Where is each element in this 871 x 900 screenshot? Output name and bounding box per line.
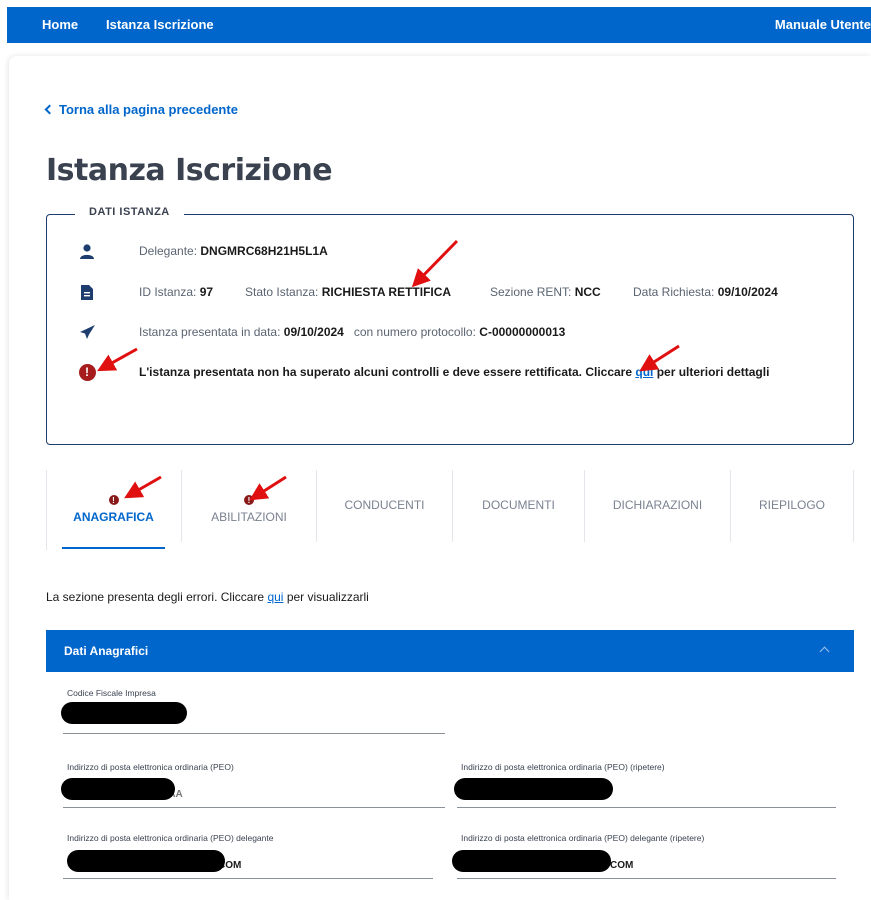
sezione-rent-value: NCC bbox=[574, 285, 601, 299]
back-link[interactable]: Torna alla pagina precedente bbox=[44, 102, 238, 117]
tab-dichiarazioni-label: DICHIARAZIONI bbox=[612, 498, 703, 512]
tab-riepilogo-label: RIEPILOGO bbox=[758, 498, 826, 512]
warning-text: L'istanza presentata non ha superato alc… bbox=[139, 365, 633, 379]
nav-manuale-utente-link[interactable]: Manuale Utente bbox=[775, 17, 871, 32]
tab-anagrafica[interactable]: ! ANAGRAFICA bbox=[46, 470, 182, 542]
delegante-value: DNGMRC68H21H5L1A bbox=[200, 244, 328, 258]
exclamation-circle-icon: ! bbox=[77, 363, 97, 381]
data-richiesta-value: 09/10/2024 bbox=[717, 285, 778, 299]
document-icon bbox=[77, 284, 97, 300]
tab-conducenti[interactable]: CONDUCENTI bbox=[317, 470, 453, 542]
codice-fiscale-field[interactable]: Codice Fiscale Impresa bbox=[61, 688, 445, 734]
data-richiesta-label: Data Richiesta: bbox=[633, 285, 715, 299]
protocollo-label: con numero protocollo: bbox=[353, 325, 476, 339]
redacted-value bbox=[454, 778, 613, 800]
back-link-label: Torna alla pagina precedente bbox=[59, 102, 238, 117]
active-tab-indicator bbox=[62, 547, 165, 549]
tab-anagrafica-label: ANAGRAFICA bbox=[73, 510, 154, 524]
nav-home-link[interactable]: Home bbox=[42, 17, 78, 32]
sezione-rent-label: Sezione RENT: bbox=[490, 285, 572, 299]
id-istanza-label: ID Istanza: bbox=[139, 285, 197, 299]
redacted-value bbox=[67, 850, 225, 872]
section-error-message: La sezione presenta degli errori. Clicca… bbox=[46, 590, 369, 604]
accordion-title: Dati Anagrafici bbox=[64, 644, 149, 658]
user-icon bbox=[77, 243, 97, 259]
section-message-after: per visualizzarli bbox=[286, 590, 369, 604]
peo-field[interactable]: Indirizzo di posta elettronica ordinaria… bbox=[61, 762, 445, 808]
top-nav-bar: Home Istanza Iscrizione Manuale Utente bbox=[7, 7, 871, 43]
id-istanza-value: 97 bbox=[199, 285, 214, 299]
section-tabs: ! ANAGRAFICA ! ABILITAZIONI CONDUCENTI D… bbox=[46, 462, 854, 550]
chevron-up-icon[interactable] bbox=[819, 646, 830, 657]
warning-message: L'istanza presentata non ha superato alc… bbox=[139, 365, 769, 379]
page-title: Istanza Iscrizione bbox=[46, 153, 333, 188]
protocollo-text: Istanza presentata in data: 09/10/2024 c… bbox=[139, 325, 565, 339]
paper-plane-icon bbox=[77, 325, 97, 339]
protocollo-value: C-00000000013 bbox=[479, 325, 566, 339]
stato-istanza: Stato Istanza: RICHIESTA RETTIFICA bbox=[245, 285, 451, 299]
tab-error-icon: ! bbox=[244, 495, 254, 505]
peo-delegante-label: Indirizzo di posta elettronica ordinaria… bbox=[67, 833, 274, 843]
tab-riepilogo[interactable]: RIEPILOGO bbox=[731, 470, 854, 542]
peo-label: Indirizzo di posta elettronica ordinaria… bbox=[67, 762, 234, 772]
dati-istanza-legend: DATI ISTANZA bbox=[75, 206, 184, 218]
redacted-value bbox=[452, 850, 611, 872]
stato-istanza-label: Stato Istanza: bbox=[245, 285, 319, 299]
tab-dichiarazioni[interactable]: DICHIARAZIONI bbox=[585, 470, 731, 542]
dati-istanza-panel: DATI ISTANZA Delegante: DNGMRC68H21H5L1A… bbox=[46, 206, 854, 445]
section-message-text: La sezione presenta degli errori. Clicca… bbox=[46, 590, 265, 604]
redacted-value bbox=[61, 702, 187, 724]
presentata-value: 09/10/2024 bbox=[283, 325, 344, 339]
peo-repeat-field[interactable]: Indirizzo di posta elettronica ordinaria… bbox=[454, 762, 836, 808]
delegante-label: Delegante: bbox=[139, 244, 198, 258]
warning-after-text: per ulteriori dettagli bbox=[656, 365, 770, 379]
tab-error-icon: ! bbox=[108, 495, 119, 505]
warning-details-link[interactable]: qui bbox=[635, 365, 653, 379]
id-istanza: ID Istanza: 97 bbox=[139, 285, 213, 299]
nav-istanza-iscrizione-link[interactable]: Istanza Iscrizione bbox=[106, 17, 214, 32]
section-errors-link[interactable]: qui bbox=[267, 590, 283, 604]
peo-delegante-repeat-field[interactable]: Indirizzo di posta elettronica ordinaria… bbox=[452, 833, 836, 879]
presentata-label: Istanza presentata in data: bbox=[139, 325, 281, 339]
tab-conducenti-label: CONDUCENTI bbox=[344, 498, 425, 512]
codice-fiscale-label: Codice Fiscale Impresa bbox=[67, 688, 156, 698]
delegante-text: Delegante: DNGMRC68H21H5L1A bbox=[139, 244, 328, 258]
redacted-value bbox=[61, 778, 175, 800]
peo-delegante-repeat-label: Indirizzo di posta elettronica ordinaria… bbox=[461, 833, 705, 843]
stato-istanza-value: RICHIESTA RETTIFICA bbox=[321, 285, 452, 299]
tab-documenti[interactable]: DOCUMENTI bbox=[453, 470, 585, 542]
tab-abilitazioni-label: ABILITAZIONI bbox=[211, 510, 287, 524]
sezione-rent: Sezione RENT: NCC bbox=[490, 285, 601, 299]
peo-delegante-field[interactable]: Indirizzo di posta elettronica ordinaria… bbox=[63, 833, 433, 879]
peo-delegante-repeat-value-tail: COM bbox=[610, 860, 634, 871]
data-richiesta: Data Richiesta: 09/10/2024 bbox=[633, 285, 778, 299]
tab-documenti-label: DOCUMENTI bbox=[482, 498, 555, 512]
dati-anagrafici-accordion[interactable]: Dati Anagrafici bbox=[46, 630, 854, 672]
peo-repeat-label: Indirizzo di posta elettronica ordinaria… bbox=[461, 762, 665, 772]
chevron-left-icon bbox=[44, 104, 55, 115]
tab-abilitazioni[interactable]: ! ABILITAZIONI bbox=[182, 470, 317, 542]
